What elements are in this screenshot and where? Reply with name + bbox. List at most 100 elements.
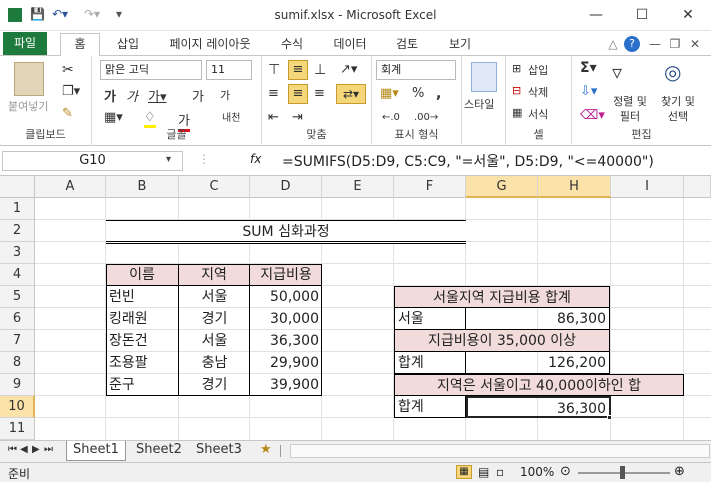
- column-header-j[interactable]: [684, 176, 711, 198]
- box2-value[interactable]: 126,200: [466, 352, 609, 374]
- table-cell[interactable]: 서울: [179, 330, 250, 352]
- page-layout-view-icon[interactable]: ▤: [478, 465, 489, 479]
- header-region[interactable]: 지역: [179, 264, 250, 286]
- table-cell[interactable]: 장돈건: [106, 330, 179, 352]
- box2-title[interactable]: 지급비용이 35,000 이상: [395, 330, 609, 352]
- horizontal-scrollbar[interactable]: [290, 444, 710, 458]
- column-header-b[interactable]: B: [106, 176, 179, 198]
- percent-button[interactable]: %: [412, 86, 424, 101]
- worksheet-grid[interactable]: A B C D E F G H I 1 2 3 4 5 6 7 8 9 10 1…: [0, 176, 711, 440]
- column-header-c[interactable]: C: [179, 176, 250, 198]
- table-cell[interactable]: 36,300: [250, 330, 322, 352]
- zoom-in-icon[interactable]: ⊕: [674, 464, 685, 479]
- table-cell[interactable]: 50,000: [250, 286, 322, 308]
- cancel-entry-icon[interactable]: ⋮: [198, 152, 210, 166]
- window-minimize-icon[interactable]: —: [648, 34, 662, 56]
- box2-label[interactable]: 합계: [395, 352, 466, 374]
- page-break-view-icon[interactable]: ▫: [496, 465, 504, 479]
- row-header-6[interactable]: 6: [0, 308, 35, 330]
- ribbon-collapse-icon[interactable]: △: [606, 34, 620, 56]
- align-top-icon[interactable]: ⊤: [268, 62, 280, 78]
- align-center-icon[interactable]: ≡: [288, 84, 308, 104]
- table-cell[interactable]: 서울: [179, 286, 250, 308]
- name-box[interactable]: G10: [2, 151, 183, 171]
- comma-button[interactable]: ,: [436, 86, 441, 102]
- tab-view[interactable]: 보기: [440, 34, 480, 56]
- name-box-dropdown-icon[interactable]: ▾: [166, 154, 171, 165]
- column-header-g[interactable]: G: [466, 176, 538, 198]
- tab-review[interactable]: 검토: [387, 34, 427, 56]
- sheet-tab-1[interactable]: Sheet1: [66, 441, 126, 461]
- row-header-1[interactable]: 1: [0, 198, 35, 220]
- table-cell[interactable]: 조용팔: [106, 352, 179, 374]
- merge-center-icon[interactable]: ⇄▾: [336, 84, 366, 104]
- styles-icon[interactable]: [471, 62, 497, 92]
- tab-insert[interactable]: 삽입: [108, 34, 148, 56]
- find-select-icon[interactable]: ◎: [664, 60, 681, 84]
- table-cell[interactable]: 킹래원: [106, 308, 179, 330]
- insert-cells-icon[interactable]: ⊞: [512, 62, 521, 75]
- row-header-11[interactable]: 11: [0, 418, 35, 440]
- row-header-7[interactable]: 7: [0, 330, 35, 352]
- row-header-8[interactable]: 8: [0, 352, 35, 374]
- box1-title[interactable]: 서울지역 지급비용 합계: [395, 287, 609, 308]
- decrease-decimal-icon[interactable]: .00→: [414, 112, 438, 123]
- delete-cells-icon[interactable]: ⊟: [512, 84, 521, 97]
- orientation-icon[interactable]: ↗▾: [340, 62, 357, 77]
- cut-icon[interactable]: ✂: [62, 62, 74, 78]
- clear-icon[interactable]: ⌫▾: [580, 108, 605, 123]
- tab-file[interactable]: 파일: [3, 32, 47, 55]
- selected-cell-g10[interactable]: 36,300: [466, 396, 611, 418]
- styles-button[interactable]: 스타일: [464, 96, 494, 112]
- italic-button[interactable]: 가: [126, 86, 138, 105]
- sheet-title[interactable]: SUM 심화과정: [106, 220, 466, 244]
- insert-cells-button[interactable]: 삽입: [528, 62, 548, 78]
- tab-home[interactable]: 홈: [60, 33, 100, 57]
- row-header-3[interactable]: 3: [0, 242, 35, 264]
- column-header-e[interactable]: E: [322, 176, 394, 198]
- sort-filter-button[interactable]: 정렬 및 필터: [610, 94, 650, 124]
- column-header-a[interactable]: A: [35, 176, 106, 198]
- decrease-indent-icon[interactable]: ⇤: [268, 110, 279, 125]
- find-select-button[interactable]: 찾기 및 선택: [658, 94, 698, 124]
- table-cell[interactable]: 준구: [106, 374, 179, 396]
- font-name-select[interactable]: 맑은 고딕: [100, 60, 202, 80]
- table-cell[interactable]: 29,900: [250, 352, 322, 374]
- currency-icon[interactable]: ▦▾: [380, 86, 399, 101]
- formula-input[interactable]: =SUMIFS(D5:D9, C5:C9, "=서울", D5:D9, "<=4…: [282, 151, 654, 171]
- align-right-icon[interactable]: ≡: [314, 86, 325, 101]
- zoom-slider-thumb[interactable]: [620, 466, 625, 479]
- tab-page-layout[interactable]: 페이지 레이아웃: [160, 34, 260, 56]
- number-format-select[interactable]: 회계: [376, 60, 456, 80]
- increase-indent-icon[interactable]: ⇥: [292, 110, 303, 125]
- box1-label[interactable]: 서울: [395, 308, 466, 330]
- new-sheet-icon[interactable]: ★: [254, 441, 278, 461]
- table-cell[interactable]: 경기: [179, 374, 250, 396]
- phonetic-button[interactable]: 내천: [222, 109, 240, 124]
- copy-icon[interactable]: ❐▾: [62, 84, 80, 99]
- row-header-2[interactable]: 2: [0, 220, 35, 242]
- select-all-corner[interactable]: [0, 176, 35, 198]
- borders-icon[interactable]: ▦▾: [104, 110, 123, 125]
- format-cells-button[interactable]: 서식: [528, 106, 548, 122]
- sheet-tab-2[interactable]: Sheet2: [130, 441, 188, 461]
- sort-filter-icon[interactable]: ▿: [612, 60, 622, 84]
- align-bottom-icon[interactable]: ⊥: [314, 62, 326, 78]
- bold-button[interactable]: 가: [104, 86, 116, 105]
- font-size-select[interactable]: 11: [206, 60, 252, 80]
- format-cells-icon[interactable]: ▦: [512, 106, 522, 119]
- tab-data[interactable]: 데이터: [325, 34, 375, 56]
- column-header-i[interactable]: I: [611, 176, 684, 198]
- header-name[interactable]: 이름: [106, 264, 179, 286]
- tab-formulas[interactable]: 수식: [272, 34, 312, 56]
- row-header-5[interactable]: 5: [0, 286, 35, 308]
- help-icon[interactable]: ?: [624, 36, 640, 52]
- increase-decimal-icon[interactable]: ←.0: [382, 112, 400, 123]
- table-cell[interactable]: 런빈: [106, 286, 179, 308]
- table-cell[interactable]: 경기: [179, 308, 250, 330]
- box1-value[interactable]: 86,300: [466, 308, 609, 330]
- underline-button[interactable]: 가▾: [148, 86, 167, 105]
- autosum-icon[interactable]: Σ▾: [580, 60, 597, 76]
- format-painter-icon[interactable]: ✎: [62, 106, 73, 121]
- column-header-d[interactable]: D: [250, 176, 322, 198]
